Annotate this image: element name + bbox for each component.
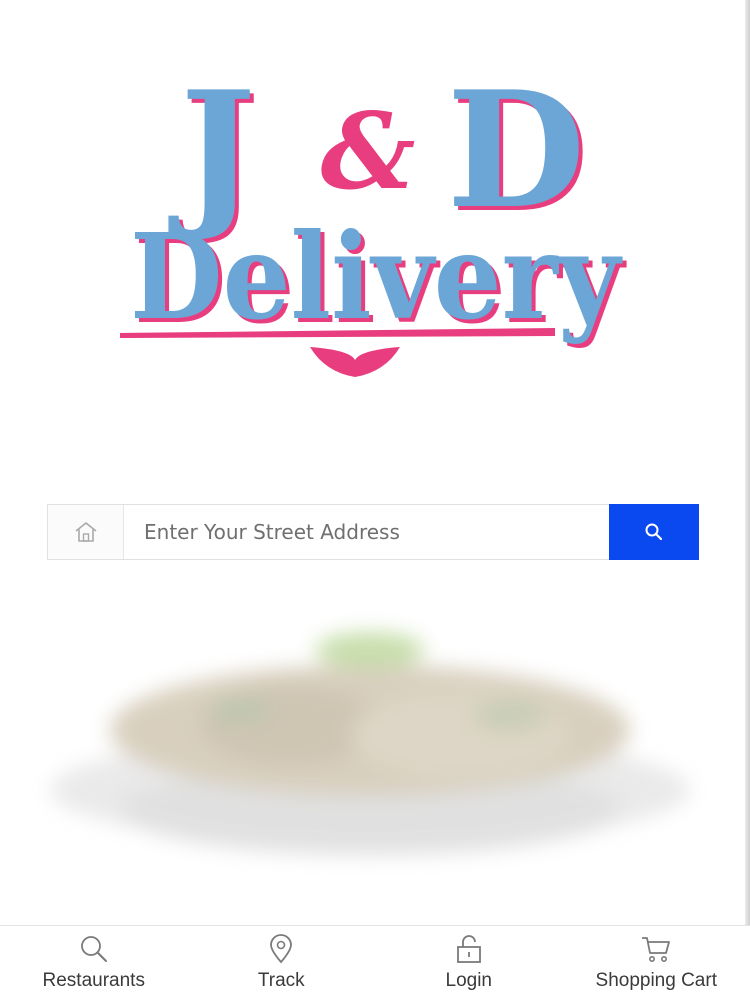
nav-shopping-cart[interactable]: Shopping Cart	[563, 926, 750, 1000]
food-plate-image	[40, 620, 700, 890]
home-icon	[75, 521, 96, 542]
home-icon-box	[48, 505, 124, 559]
logo-heart-ornament	[310, 347, 400, 377]
logo-word-delivery: Delivery	[130, 207, 623, 346]
address-search-bar	[47, 504, 699, 560]
app-screen: J J & D D Delivery Delivery Enter Your S…	[0, 0, 750, 1000]
bottom-navigation: Restaurants Track Login Shopping Cart	[0, 925, 750, 1000]
search-icon	[645, 523, 663, 541]
lock-icon	[456, 935, 481, 963]
cart-icon	[642, 937, 671, 962]
scroll-edge	[745, 0, 750, 925]
logo-ampersand: &	[321, 89, 416, 213]
street-address-input[interactable]	[124, 505, 609, 559]
search-icon	[80, 936, 107, 962]
nav-track-label: Track	[257, 970, 305, 991]
nav-track[interactable]: Track	[188, 926, 376, 1000]
brand-logo-graphic: J J & D D Delivery Delivery	[120, 60, 627, 377]
nav-restaurants-label: Restaurants	[42, 970, 145, 991]
search-button[interactable]	[609, 504, 699, 560]
nav-restaurants[interactable]: Restaurants	[0, 926, 188, 1000]
brand-logo: J J & D D Delivery Delivery	[110, 60, 640, 390]
nav-login[interactable]: Login	[375, 926, 563, 1000]
map-pin-icon	[270, 934, 293, 964]
nav-shopping-cart-label: Shopping Cart	[595, 970, 717, 991]
nav-login-label: Login	[445, 970, 493, 991]
